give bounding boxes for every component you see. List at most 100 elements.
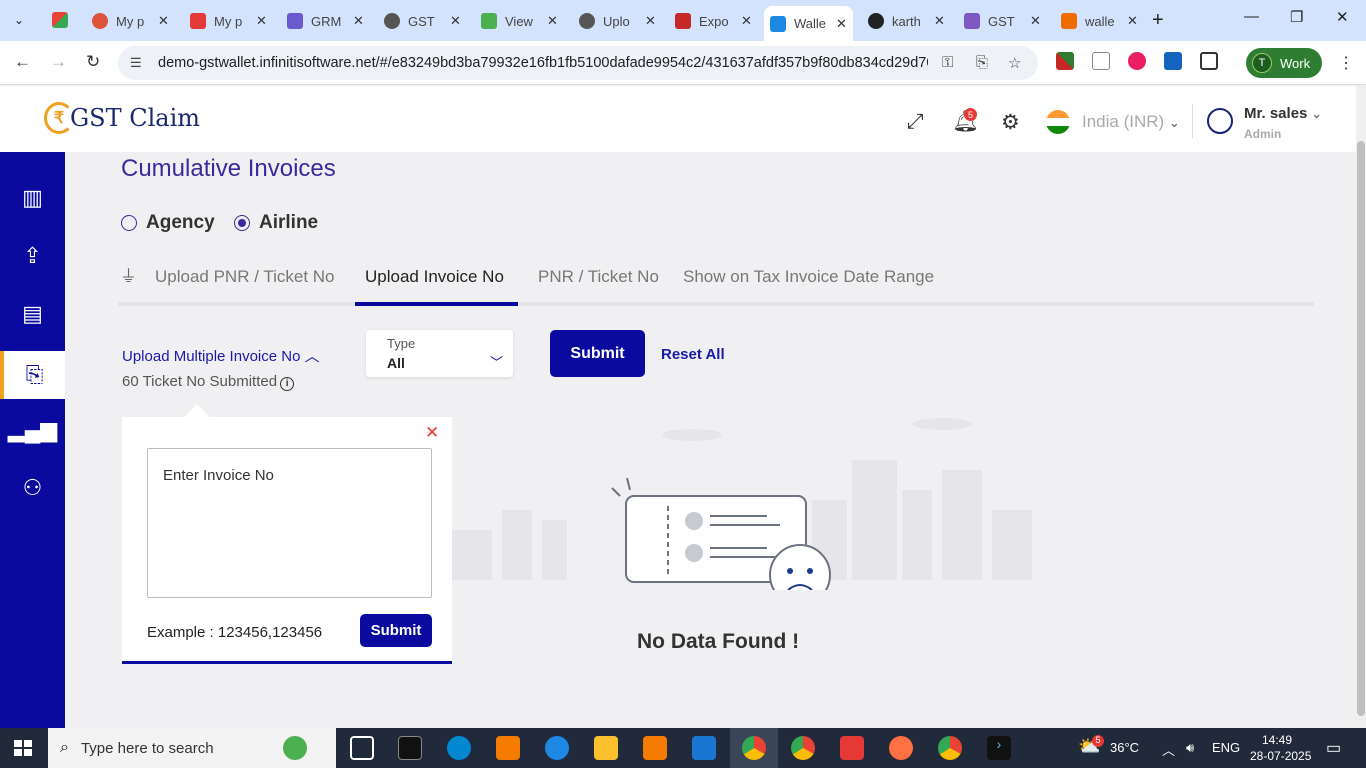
chrome-icon[interactable] (742, 736, 766, 760)
radio-airline[interactable]: Airline (234, 212, 318, 234)
close-tab-icon[interactable]: ✕ (1127, 13, 1138, 29)
profile-button[interactable]: T Work (1246, 48, 1322, 78)
filter-icon[interactable]: ⏚ (120, 262, 137, 287)
tray-chevron-icon[interactable]: ︿ (1162, 740, 1175, 759)
clock-time[interactable]: 14:49 (1262, 733, 1292, 747)
sidebar-item-reports[interactable]: ▂▄▆ (0, 406, 65, 454)
tab-upload-invoice[interactable]: Upload Invoice No (365, 267, 504, 287)
no-data-message: No Data Found ! (637, 630, 800, 653)
scrollbar-thumb[interactable] (1357, 141, 1365, 716)
close-tab-icon[interactable]: ✕ (256, 13, 267, 29)
chrome-icon[interactable] (938, 736, 962, 760)
browser-tab[interactable]: GRM ✕ (287, 6, 364, 36)
radio-circle-selected[interactable] (234, 215, 250, 231)
extension-text-icon[interactable] (1092, 52, 1110, 70)
forward-icon[interactable]: → (50, 52, 67, 72)
close-tab-icon[interactable]: ✕ (158, 13, 169, 29)
sidebar-item-users[interactable]: ⚇ (0, 464, 65, 512)
info-icon[interactable]: i (280, 377, 295, 391)
minimize-icon[interactable]: — (1244, 8, 1259, 25)
task-view-icon[interactable] (350, 736, 374, 760)
close-tab-icon[interactable]: ✕ (645, 13, 656, 29)
close-tab-icon[interactable]: ✕ (450, 13, 461, 29)
submit-button[interactable]: Submit (550, 330, 645, 377)
new-tab-icon[interactable]: + (1152, 9, 1164, 32)
browser-tab[interactable]: GST ✕ (384, 6, 461, 36)
user-name[interactable]: Mr. sales ⌄ (1244, 105, 1322, 122)
close-tab-icon[interactable]: ✕ (547, 13, 558, 29)
close-window-icon[interactable]: ✕ (1336, 8, 1349, 26)
extensions-puzzle-icon[interactable] (1200, 52, 1218, 70)
browser-tab[interactable]: My p ✕ (190, 6, 267, 36)
close-tab-icon[interactable]: ✕ (934, 13, 945, 29)
browser-tab[interactable]: Expo ✕ (675, 6, 752, 36)
browser-tab[interactable]: My p ✕ (92, 6, 169, 36)
windows-start-icon[interactable] (14, 740, 32, 756)
sidebar-item-cumulative-invoices[interactable]: ⎘ (0, 351, 65, 399)
omnibox[interactable]: ☰ demo-gstwallet.infinitisoftware.net/#/… (118, 46, 1038, 80)
close-tab-icon[interactable]: ✕ (1030, 13, 1041, 29)
browser-tab[interactable]: View ✕ (481, 6, 558, 36)
back-icon[interactable]: ← (14, 52, 31, 72)
vscode-icon[interactable] (692, 736, 716, 760)
radio-agency[interactable]: Agency (121, 212, 215, 234)
brand-logo[interactable]: ₹ GST Claim (44, 102, 200, 134)
tab-tax-invoice-date-range[interactable]: Show on Tax Invoice Date Range (683, 267, 934, 287)
tab-pnr-ticket[interactable]: PNR / Ticket No (538, 267, 659, 287)
browser-menu-icon[interactable]: ⋮ (1338, 53, 1354, 73)
site-info-icon[interactable]: ☰ (130, 55, 146, 71)
install-app-icon[interactable]: ⎘ (976, 54, 988, 71)
fullscreen-icon[interactable]: ⤢ (907, 110, 924, 134)
upload-multiple-toggle[interactable]: Upload Multiple Invoice No ︿ (122, 345, 320, 366)
tab-group-icon[interactable] (52, 12, 68, 28)
close-tab-icon[interactable]: ✕ (353, 13, 364, 29)
type-select[interactable]: Type All ﹀ (366, 330, 513, 377)
weather-temp[interactable]: 36°C (1110, 740, 1139, 755)
clock-date[interactable]: 28-07-2025 (1250, 749, 1311, 763)
xampp-icon[interactable] (496, 736, 520, 760)
volume-icon[interactable]: 🔊︎ (1186, 740, 1194, 756)
radio-circle[interactable] (121, 215, 137, 231)
page-scrollbar[interactable] (1356, 86, 1366, 728)
browser-tab[interactable]: GST ✕ (964, 6, 1041, 36)
panel-submit-button[interactable]: Submit (360, 614, 432, 647)
invoice-number-input[interactable] (147, 448, 432, 598)
currency-selector[interactable]: India (INR) ⌄ (1082, 112, 1180, 132)
browser-tab-active[interactable]: Walle ✕ (764, 6, 853, 41)
extension-color-icon[interactable] (1128, 52, 1146, 70)
xampp-icon[interactable] (643, 736, 667, 760)
reload-icon[interactable]: ↻ (86, 52, 100, 72)
close-tab-icon[interactable]: ✕ (836, 16, 847, 32)
close-tab-icon[interactable]: ✕ (741, 13, 752, 29)
reset-all-link[interactable]: Reset All (661, 346, 725, 363)
sidebar-item-upload[interactable]: ⇪ (0, 232, 65, 280)
tab-search-button[interactable]: ⌄ (6, 8, 32, 32)
india-flag-icon[interactable] (1046, 110, 1070, 134)
app-icon[interactable] (545, 736, 569, 760)
sidebar-item-invoices[interactable]: ▤ (0, 290, 65, 338)
close-icon[interactable]: ✕ (425, 423, 439, 443)
edge-icon[interactable] (447, 736, 471, 760)
bookmark-star-icon[interactable]: ☆ (1008, 54, 1021, 72)
tab-upload-pnr[interactable]: Upload PNR / Ticket No (155, 267, 335, 287)
file-explorer-icon[interactable] (594, 736, 618, 760)
mysql-icon[interactable] (398, 736, 422, 760)
browser-tab[interactable]: walle ✕ (1061, 6, 1138, 36)
chrome-icon[interactable] (791, 736, 815, 760)
notification-center-icon[interactable]: ▭ (1326, 738, 1341, 758)
gear-icon[interactable]: ⚙ (1001, 110, 1020, 135)
password-key-icon[interactable]: ⚿ (942, 54, 953, 71)
app-icon[interactable] (840, 736, 864, 760)
tabs-baseline (118, 302, 1314, 306)
firefox-icon[interactable] (889, 736, 913, 760)
extension-doc-icon[interactable] (1164, 52, 1182, 70)
sidebar-item-dashboard[interactable]: ▥ (0, 174, 65, 222)
url-text[interactable]: demo-gstwallet.infinitisoftware.net/#/e8… (158, 55, 928, 71)
extension-icon[interactable] (1056, 52, 1074, 70)
restore-icon[interactable]: ❐ (1290, 8, 1303, 26)
browser-tab[interactable]: karth ✕ (868, 6, 945, 36)
powershell-icon[interactable]: › (987, 736, 1011, 760)
browser-tab[interactable]: Uplo ✕ (579, 6, 656, 36)
user-avatar-icon[interactable] (1207, 108, 1233, 134)
language-indicator[interactable]: ENG (1212, 740, 1240, 755)
